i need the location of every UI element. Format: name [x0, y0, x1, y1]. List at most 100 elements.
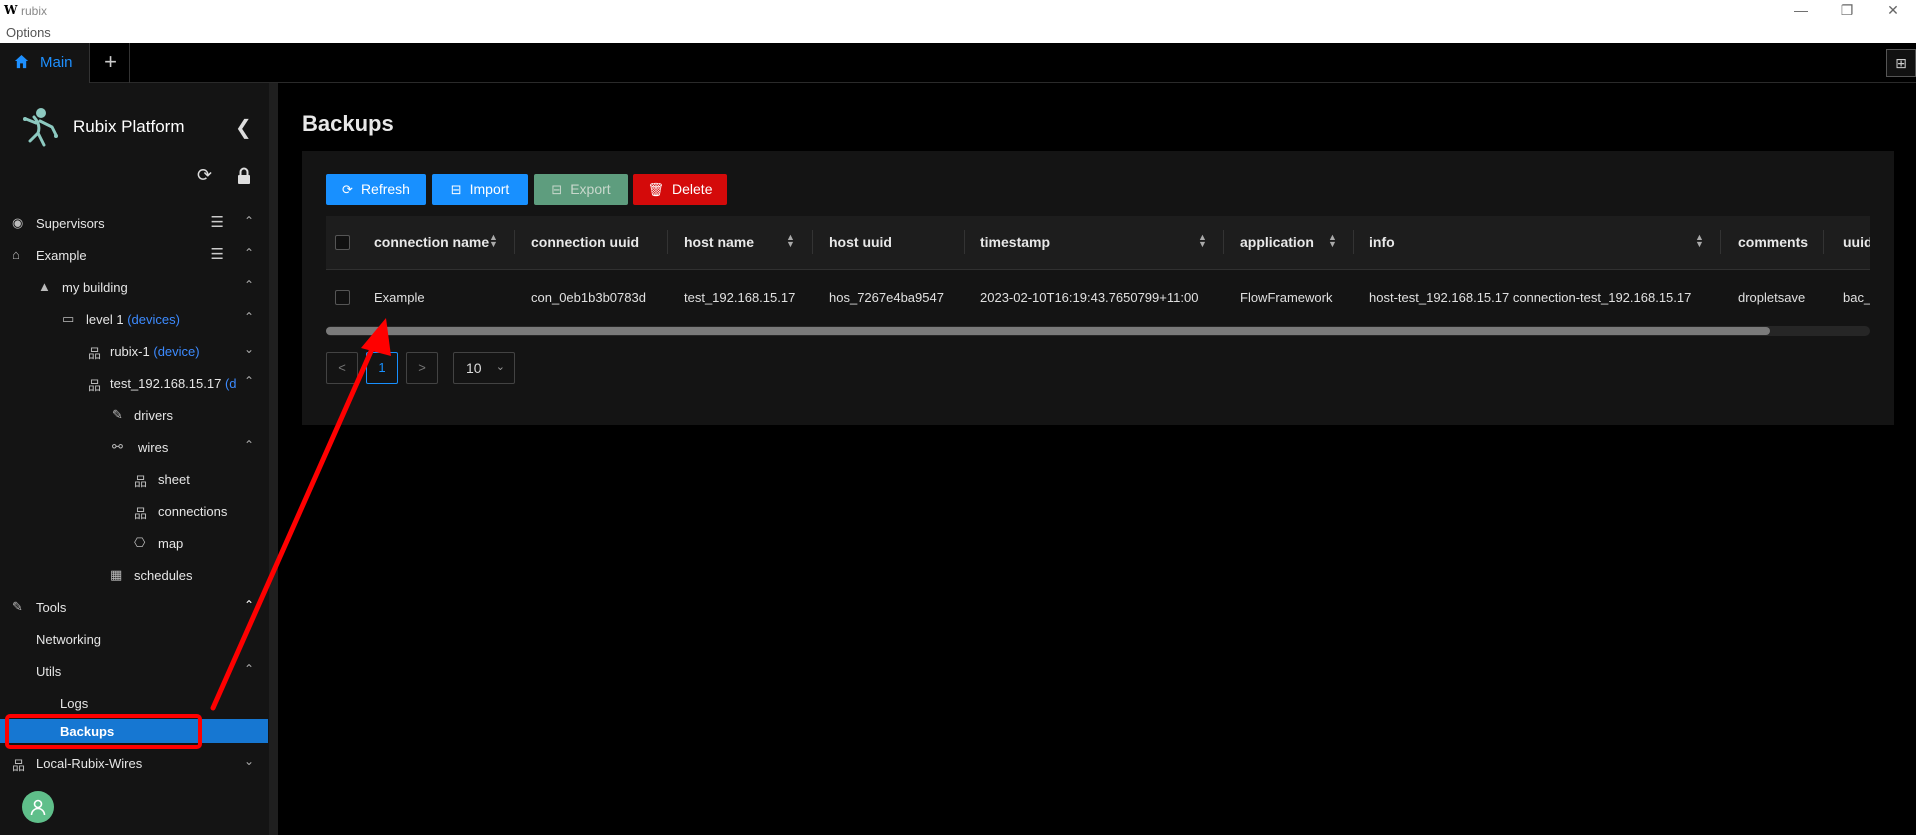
sort-icon[interactable]: ▲ ▼ — [489, 233, 498, 249]
sidebar-item-utils[interactable]: Utils ⌃ — [0, 655, 268, 687]
sort-icon[interactable]: ▲ ▼ — [786, 233, 795, 249]
page-title: Backups — [302, 111, 394, 136]
lock-icon[interactable] — [236, 165, 252, 190]
chevron-up-icon[interactable]: ⌃ — [244, 310, 254, 324]
col-timestamp[interactable]: timestamp — [980, 234, 1050, 250]
sidebar-item-sheet[interactable]: 品 sheet — [0, 463, 268, 495]
refresh-icon: ⟳ — [342, 182, 353, 197]
col-connection-name[interactable]: connection name — [374, 234, 489, 250]
annotation-highlight-box — [5, 714, 202, 749]
add-tab-button[interactable]: + — [92, 43, 130, 83]
row-checkbox[interactable] — [335, 290, 350, 305]
col-application[interactable]: application — [1240, 234, 1314, 250]
table-row[interactable]: Example con_0eb1b3b0783d test_192.168.15… — [326, 270, 1870, 312]
sidebar-item-supervisors[interactable]: ◉ Supervisors ☰ ⌃ — [0, 207, 268, 239]
cell-host-name: test_192.168.15.17 — [684, 290, 796, 305]
col-host-name[interactable]: host name — [684, 234, 754, 250]
window-title: rubix — [21, 4, 48, 18]
tab-bar: Main + ⊞ — [0, 43, 1916, 83]
table-header: connection name ▲ ▼ connection uuid host … — [326, 216, 1870, 270]
backups-table: connection name ▲ ▼ connection uuid host … — [326, 216, 1870, 312]
layout-toggle-icon[interactable]: ⊞ — [1886, 49, 1916, 77]
minimize-button[interactable]: — — [1778, 0, 1824, 22]
chevron-down-icon[interactable]: ⌄ — [244, 754, 254, 768]
tab-main[interactable]: Main — [0, 43, 90, 83]
prev-page-button[interactable]: < — [326, 352, 358, 384]
menu-bar: Options — [0, 22, 1916, 43]
sort-icon[interactable]: ▲ ▼ — [1695, 233, 1704, 249]
chevron-up-icon[interactable]: ⌃ — [244, 438, 254, 452]
scrollbar-thumb[interactable] — [326, 327, 1770, 335]
sheet-icon: 品 — [134, 474, 148, 489]
chevron-down-icon[interactable]: ⌄ — [244, 342, 254, 356]
sidebar-item-wires[interactable]: ⚯ wires ⌃ — [0, 431, 268, 463]
tools-icon: ✎ — [12, 599, 23, 614]
sidebar-item-tools[interactable]: ✎ Tools ⌃ — [0, 591, 268, 623]
map-icon: ⎔ — [134, 535, 146, 550]
chevron-down-icon: ⌄ — [495, 361, 505, 373]
collapse-sidebar-icon[interactable]: ❮ — [235, 115, 252, 140]
sidebar-item-connections[interactable]: 品 connections — [0, 495, 268, 527]
menu-icon[interactable]: ☰ — [211, 245, 224, 263]
sidebar-item-local-rubix-wires[interactable]: 品 Local-Rubix-Wires ⌄ — [0, 747, 268, 779]
col-info[interactable]: info — [1369, 234, 1395, 250]
wires-icon: ⚯ — [112, 439, 123, 454]
refresh-button[interactable]: ⟳ Refresh — [326, 174, 426, 205]
sort-icon[interactable]: ▲ ▼ — [1198, 233, 1207, 249]
device-icon: 品 — [88, 346, 102, 361]
col-uuid: uuid — [1843, 234, 1870, 250]
chevron-up-icon[interactable]: ⌃ — [244, 662, 254, 676]
sidebar-item-schedules[interactable]: ▦ schedules — [0, 559, 268, 591]
chevron-up-icon[interactable]: ⌃ — [244, 278, 254, 292]
home-icon — [14, 54, 29, 73]
laptop-icon: ▭ — [62, 311, 75, 326]
menu-icon[interactable]: ☰ — [211, 213, 224, 231]
cell-comments: dropletsave — [1738, 290, 1806, 305]
sidebar-item-level-1[interactable]: ▭ level 1 (devices) ⌃ — [0, 303, 268, 335]
sidebar-item-example[interactable]: ⌂ Example ☰ ⌃ — [0, 239, 268, 271]
cell-info: host-test_192.168.15.17 connection-test_… — [1369, 290, 1692, 305]
select-all-checkbox[interactable] — [335, 235, 350, 250]
table-horizontal-scrollbar[interactable] — [326, 326, 1870, 336]
home-outline-icon: ⌂ — [12, 247, 20, 262]
sidebar-item-test-device[interactable]: 品 test_192.168.15.17 (d ⌃ — [0, 367, 268, 399]
brand-name: Rubix Platform — [73, 117, 185, 136]
sidebar-item-drivers[interactable]: ✎ drivers — [0, 399, 268, 431]
app-logo: W — [4, 3, 18, 17]
sidebar-item-map[interactable]: ⎔ map — [0, 527, 268, 559]
next-page-button[interactable]: > — [406, 352, 438, 384]
menu-options[interactable]: Options — [6, 25, 51, 40]
col-host-uuid: host uuid — [829, 234, 892, 250]
sidebar-item-networking[interactable]: Networking — [0, 623, 268, 655]
window-titlebar: W rubix — ❐ ✕ — [0, 0, 1916, 22]
frog-logo-icon — [20, 105, 60, 149]
chevron-up-icon[interactable]: ⌃ — [244, 214, 254, 228]
page-size-select[interactable]: 10 ⌄ — [453, 352, 515, 384]
cell-application: FlowFramework — [1240, 290, 1333, 305]
network-icon: 品 — [12, 758, 26, 773]
export-button[interactable]: ⊟ Export — [534, 174, 628, 205]
page-1-button[interactable]: 1 — [366, 352, 398, 384]
close-button[interactable]: ✕ — [1870, 0, 1916, 22]
building-icon: ▲ — [38, 279, 51, 294]
tab-main-label: Main — [40, 54, 73, 71]
delete-button[interactable]: 🗑 Delete — [633, 174, 727, 205]
cell-connection-uuid: con_0eb1b3b0783d — [531, 290, 646, 305]
sidebar-item-my-building[interactable]: ▲ my building ⌃ — [0, 271, 268, 303]
chevron-up-icon[interactable]: ⌃ — [244, 374, 254, 388]
sidebar-item-rubix-1[interactable]: 品 rubix-1 (device) ⌄ — [0, 335, 268, 367]
sort-icon[interactable]: ▲ ▼ — [1328, 233, 1337, 249]
main-content: Backups ⟳ Refresh ⊟ Import ⊟ Export 🗑 Delete… — [278, 83, 1916, 835]
import-button[interactable]: ⊟ Import — [432, 174, 528, 205]
connections-icon: 品 — [134, 506, 148, 521]
chevron-up-icon[interactable]: ⌃ — [244, 598, 254, 612]
chevron-up-icon[interactable]: ⌃ — [244, 246, 254, 260]
sidebar-scrollbar[interactable] — [269, 83, 278, 835]
device-icon: 品 — [88, 378, 102, 393]
col-connection-uuid: connection uuid — [531, 234, 640, 250]
user-avatar-icon[interactable] — [22, 791, 54, 823]
refresh-icon[interactable]: ⟳ — [197, 165, 212, 186]
eye-icon: ◉ — [12, 215, 24, 230]
cell-host-uuid: hos_7267e4ba9547 — [829, 290, 944, 305]
restore-button[interactable]: ❐ — [1824, 0, 1870, 22]
